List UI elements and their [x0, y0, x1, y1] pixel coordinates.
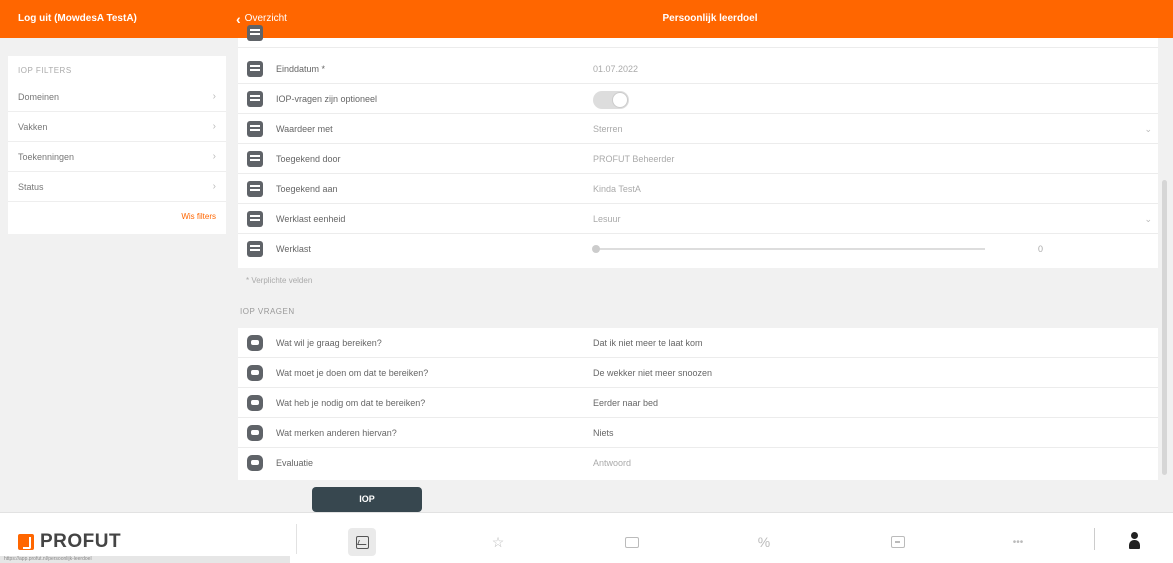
percent-icon: % — [757, 534, 771, 550]
chart-icon — [355, 535, 369, 549]
filter-item-label: Domeinen — [18, 91, 60, 102]
filter-item-label: Vakken — [18, 121, 48, 132]
question-label: Wat wil je graag bereiken? — [276, 338, 382, 348]
nav-grades[interactable]: % — [750, 528, 778, 556]
form-row-waardeer[interactable]: Waardeer met Sterren ⌄ — [238, 114, 1158, 144]
contact-icon — [247, 181, 263, 197]
chat-icon — [247, 395, 263, 411]
filter-heading: IOP FILTERS — [18, 66, 72, 75]
question-row[interactable]: Wat merken anderen hiervan? Niets — [238, 418, 1158, 448]
scrollbar[interactable] — [1162, 180, 1167, 475]
required-note: * Verplichte velden — [246, 276, 313, 285]
chevron-right-icon: › — [212, 121, 216, 132]
chevron-right-icon: › — [212, 91, 216, 102]
question-label: Wat merken anderen hiervan? — [276, 428, 397, 438]
list-icon — [247, 211, 263, 227]
filter-item-toekenningen[interactable]: Toekenningen › — [8, 142, 226, 172]
question-label: Wat moet je doen om dat te bereiken? — [276, 368, 429, 378]
form-row-toegekend-aan: Toegekend aan Kinda TestA — [238, 174, 1158, 204]
field-label: Einddatum * — [276, 64, 326, 74]
divider — [296, 524, 297, 554]
workload-slider[interactable] — [592, 245, 985, 253]
nav-portfolio[interactable] — [884, 528, 912, 556]
toggle-knob — [612, 92, 628, 108]
field-label: Toegekend aan — [276, 184, 338, 194]
user-icon[interactable] — [1127, 530, 1141, 550]
answer-input[interactable]: Dat ik niet meer te laat kom — [593, 328, 703, 358]
form-card: Einddatum * 01.07.2022 IOP-vragen zijn o… — [238, 25, 1158, 268]
logout-link[interactable]: Log uit (MowdesA TestA) — [18, 0, 137, 38]
answer-input[interactable]: Antwoord — [593, 448, 631, 478]
answer-input[interactable]: De wekker niet meer snoozen — [593, 358, 712, 388]
form-row-werklast-eenheid[interactable]: Werklast eenheid Lesuur ⌄ — [238, 204, 1158, 234]
answer-input[interactable]: Eerder naar bed — [593, 388, 658, 418]
folder-icon — [625, 536, 639, 548]
field-label: Werklast eenheid — [276, 214, 346, 224]
list-icon — [247, 25, 263, 41]
chevron-right-icon: › — [212, 181, 216, 192]
user-head — [1131, 532, 1138, 539]
chevron-down-icon[interactable]: ⌄ — [1144, 114, 1152, 144]
questions-card: Wat wil je graag bereiken? Dat ik niet m… — [238, 328, 1158, 480]
assigned-by-value: PROFUT Beheerder — [593, 154, 675, 164]
toggle-icon — [247, 91, 263, 107]
logo-mark-icon — [18, 534, 34, 550]
chevron-right-icon: › — [212, 151, 216, 162]
nav-favorites[interactable]: ☆ — [484, 528, 512, 556]
filter-item-status[interactable]: Status › — [8, 172, 226, 202]
field-label: Waardeer met — [276, 124, 333, 134]
divider — [1094, 528, 1095, 550]
nav-iop[interactable] — [348, 528, 376, 556]
form-row-einddatum[interactable]: Einddatum * 01.07.2022 — [238, 54, 1158, 84]
filter-item-label: Toekenningen — [18, 151, 75, 162]
form-row-toegekend-door: Toegekend door PROFUT Beheerder — [238, 144, 1158, 174]
filter-item-domeinen[interactable]: Domeinen › — [8, 82, 226, 112]
end-date-input[interactable]: 01.07.2022 — [593, 54, 638, 84]
chat-icon — [247, 425, 263, 441]
chat-icon — [247, 365, 263, 381]
user-body — [1129, 540, 1140, 549]
question-row[interactable]: Evaluatie Antwoord — [238, 448, 1158, 478]
assigned-to-value: Kinda TestA — [593, 184, 641, 194]
chevron-down-icon[interactable]: ⌄ — [1144, 204, 1152, 234]
filter-item-label: Status — [18, 181, 44, 192]
slider-thumb[interactable] — [592, 245, 600, 253]
clear-filters-link[interactable]: Wis filters — [181, 212, 216, 221]
form-row-optional: IOP-vragen zijn optioneel — [238, 84, 1158, 114]
field-label: IOP-vragen zijn optioneel — [276, 94, 378, 104]
question-row[interactable]: Wat moet je doen om dat te bereiken? De … — [238, 358, 1158, 388]
question-row[interactable]: Wat wil je graag bereiken? Dat ik niet m… — [238, 328, 1158, 358]
more-icon: ••• — [1012, 536, 1024, 548]
filter-panel: IOP FILTERS Domeinen › Vakken › Toekenni… — [8, 56, 226, 234]
question-label: Wat heb je nodig om dat te bereiken? — [276, 398, 426, 408]
briefcase-icon — [891, 536, 905, 548]
form-row-partial — [238, 18, 1158, 48]
chat-icon — [247, 455, 263, 471]
rating-select[interactable]: Sterren — [593, 114, 623, 144]
filter-item-vakken[interactable]: Vakken › — [8, 112, 226, 142]
question-label: Evaluatie — [276, 458, 314, 468]
nav-tooltip: IOP — [312, 487, 422, 517]
questions-heading: IOP VRAGEN — [240, 307, 295, 316]
workload-unit-select[interactable]: Lesuur — [593, 204, 621, 234]
field-label: Toegekend door — [276, 154, 341, 164]
optional-toggle[interactable] — [593, 91, 629, 109]
field-label: Werklast — [276, 244, 311, 254]
question-row[interactable]: Wat heb je nodig om dat te bereiken? Eer… — [238, 388, 1158, 418]
profut-logo: PROFUT — [18, 531, 121, 553]
list-icon — [247, 241, 263, 257]
nav-files[interactable] — [618, 528, 646, 556]
list-icon — [247, 121, 263, 137]
workload-value: 0 — [1038, 244, 1044, 254]
logo-text: PROFUT — [40, 531, 122, 552]
contact-icon — [247, 151, 263, 167]
chat-icon — [247, 335, 263, 351]
status-url: https://app.profut.nl/persoonlijk-leerdo… — [0, 556, 290, 563]
nav-more[interactable]: ••• — [1004, 528, 1032, 556]
star-icon: ☆ — [491, 533, 505, 550]
answer-input[interactable]: Niets — [593, 418, 614, 448]
form-row-werklast: Werklast 0 — [238, 234, 1158, 264]
calendar-icon — [247, 61, 263, 77]
